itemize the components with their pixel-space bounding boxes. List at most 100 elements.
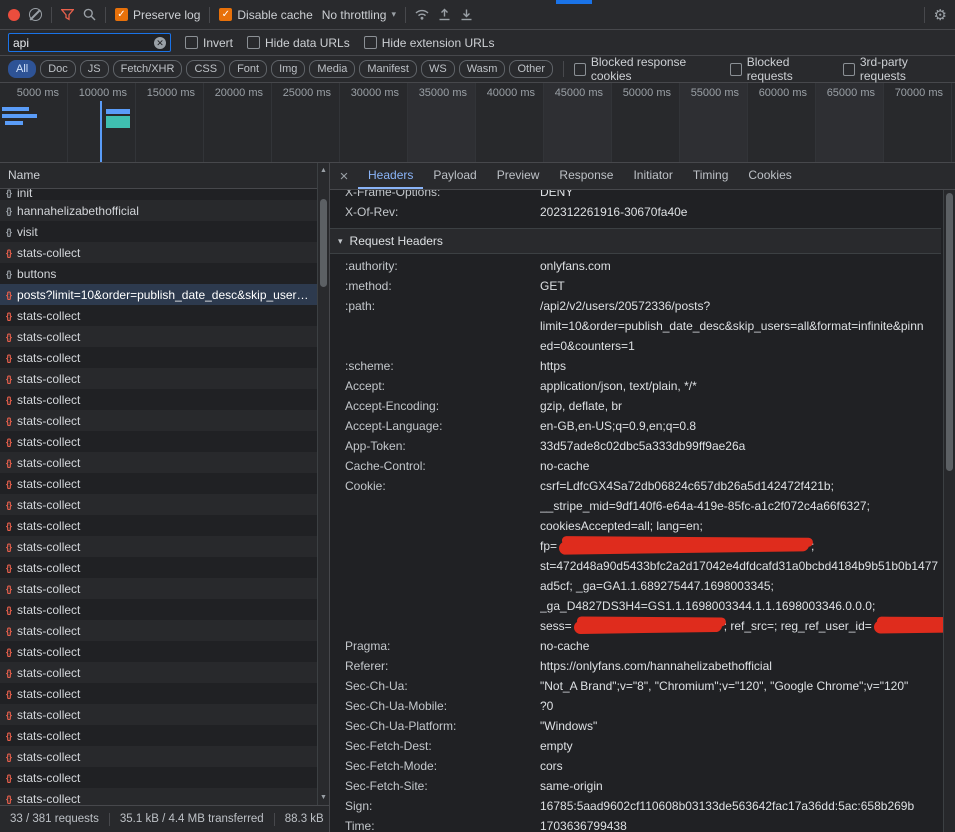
- filter-icon[interactable]: [61, 9, 74, 21]
- tab-preview[interactable]: Preview: [487, 163, 550, 189]
- tab-initiator[interactable]: Initiator: [623, 163, 682, 189]
- type-filter-doc[interactable]: Doc: [40, 60, 76, 78]
- checkbox-box[interactable]: [364, 36, 377, 49]
- request-row[interactable]: {}stats-collect: [0, 431, 317, 452]
- hide-extension-urls-checkbox[interactable]: Hide extension URLs: [364, 36, 495, 50]
- type-filter-media[interactable]: Media: [309, 60, 355, 78]
- timeline-overview[interactable]: 5000 ms10000 ms15000 ms20000 ms25000 ms3…: [0, 83, 955, 163]
- request-row[interactable]: {}stats-collect: [0, 578, 317, 599]
- checkbox-box[interactable]: [247, 36, 260, 49]
- type-filter-ws[interactable]: WS: [421, 60, 455, 78]
- request-row[interactable]: {}stats-collect: [0, 494, 317, 515]
- request-row[interactable]: {}stats-collect: [0, 683, 317, 704]
- throttling-dropdown[interactable]: No throttling ▾: [322, 8, 396, 22]
- filter-input[interactable]: ✕: [8, 33, 171, 52]
- checkbox-3rd-party-requests[interactable]: 3rd-party requests: [843, 55, 947, 83]
- scrollbar-thumb[interactable]: [946, 193, 953, 471]
- timeline-label: 65000 ms: [827, 87, 875, 162]
- tab-headers[interactable]: Headers: [358, 163, 423, 189]
- header-name: Time:: [345, 816, 540, 832]
- request-row[interactable]: {}stats-collect: [0, 368, 317, 389]
- requests-column: Name {}init{}hannahelizabethofficial{}vi…: [0, 163, 330, 832]
- request-row[interactable]: {}stats-collect: [0, 767, 317, 788]
- header-name: Sec-Ch-Ua-Mobile:: [345, 696, 540, 716]
- request-row[interactable]: {}stats-collect: [0, 746, 317, 767]
- name-column-header[interactable]: Name: [0, 163, 329, 189]
- request-row[interactable]: {}stats-collect: [0, 242, 317, 263]
- header-name: :authority:: [345, 256, 540, 276]
- clear-button[interactable]: [29, 8, 42, 21]
- request-row[interactable]: {}stats-collect: [0, 389, 317, 410]
- request-row[interactable]: {}stats-collect: [0, 326, 317, 347]
- request-row[interactable]: {}buttons: [0, 263, 317, 284]
- checkbox-box[interactable]: [730, 63, 742, 76]
- close-icon[interactable]: ×: [330, 168, 358, 185]
- request-row[interactable]: {}stats-collect: [0, 641, 317, 662]
- checkbox-blocked-requests[interactable]: Blocked requests: [730, 55, 829, 83]
- type-filter-js[interactable]: JS: [80, 60, 109, 78]
- type-filter-manifest[interactable]: Manifest: [359, 60, 417, 78]
- request-row[interactable]: {}stats-collect: [0, 347, 317, 368]
- request-row[interactable]: {}stats-collect: [0, 662, 317, 683]
- request-row[interactable]: {}stats-collect: [0, 704, 317, 725]
- request-row[interactable]: {}stats-collect: [0, 536, 317, 557]
- type-filter-other[interactable]: Other: [509, 60, 553, 78]
- checkbox-box[interactable]: [843, 63, 855, 76]
- timeline-column: 15000 ms: [136, 83, 204, 162]
- request-row[interactable]: {}stats-collect: [0, 452, 317, 473]
- export-har-icon[interactable]: [460, 8, 473, 21]
- request-name: stats-collect: [17, 729, 311, 743]
- checkbox-box[interactable]: [574, 63, 586, 76]
- scrollbar-thumb[interactable]: [320, 199, 327, 287]
- checkbox-box[interactable]: ✓: [219, 8, 232, 21]
- request-name: stats-collect: [17, 603, 311, 617]
- invert-checkbox[interactable]: Invert: [185, 36, 233, 50]
- request-row[interactable]: {}stats-collect: [0, 473, 317, 494]
- request-row[interactable]: {}stats-collect: [0, 599, 317, 620]
- request-row[interactable]: {}stats-collect: [0, 557, 317, 578]
- timeline-label: 30000 ms: [351, 87, 399, 162]
- request-row[interactable]: {}visit: [0, 221, 317, 242]
- type-filter-font[interactable]: Font: [229, 60, 267, 78]
- request-row[interactable]: {}stats-collect: [0, 410, 317, 431]
- status-bar: 33 / 381 requests 35.1 kB / 4.4 MB trans…: [0, 805, 330, 832]
- requests-scrollbar[interactable]: ▲ ▼: [317, 163, 329, 805]
- chevron-down-icon: ▾: [391, 9, 396, 20]
- request-row[interactable]: {}stats-collect: [0, 305, 317, 326]
- checkbox-box[interactable]: [185, 36, 198, 49]
- scroll-up-arrow-icon[interactable]: ▲: [318, 167, 329, 174]
- request-row[interactable]: {}posts?limit=10&order=publish_date_desc…: [0, 284, 317, 305]
- filter-text-field[interactable]: [13, 36, 150, 50]
- preserve-log-checkbox[interactable]: ✓Preserve log: [115, 8, 200, 22]
- network-conditions-icon[interactable]: [415, 9, 429, 20]
- request-headers-section[interactable]: ▾ Request Headers: [330, 228, 941, 254]
- scroll-down-arrow-icon[interactable]: ▼: [318, 794, 329, 801]
- hide-data-urls-checkbox[interactable]: Hide data URLs: [247, 36, 350, 50]
- type-filter-all[interactable]: All: [8, 60, 36, 78]
- record-button[interactable]: [8, 9, 20, 21]
- type-filter-css[interactable]: CSS: [186, 60, 225, 78]
- search-icon[interactable]: [83, 8, 96, 21]
- request-row[interactable]: {}stats-collect: [0, 620, 317, 641]
- type-filter-wasm[interactable]: Wasm: [459, 60, 506, 78]
- checkbox-box[interactable]: ✓: [115, 8, 128, 21]
- header-value: ?0: [540, 696, 941, 716]
- request-row[interactable]: {}stats-collect: [0, 515, 317, 536]
- details-scrollbar[interactable]: [943, 190, 955, 832]
- tab-timing[interactable]: Timing: [683, 163, 739, 189]
- type-filter-img[interactable]: Img: [271, 60, 305, 78]
- disable-cache-checkbox[interactable]: ✓Disable cache: [219, 8, 312, 22]
- script-icon: {}: [6, 206, 11, 216]
- clear-filter-icon[interactable]: ✕: [154, 37, 166, 49]
- tab-response[interactable]: Response: [549, 163, 623, 189]
- request-row[interactable]: {}stats-collect: [0, 725, 317, 746]
- import-har-icon[interactable]: [438, 8, 451, 21]
- gear-icon[interactable]: ⚙: [934, 6, 947, 24]
- checkbox-blocked-response-cookies[interactable]: Blocked response cookies: [574, 55, 716, 83]
- tab-payload[interactable]: Payload: [423, 163, 486, 189]
- tab-cookies[interactable]: Cookies: [738, 163, 801, 189]
- request-row[interactable]: {}hannahelizabethofficial: [0, 200, 317, 221]
- request-row[interactable]: {}init: [0, 189, 317, 200]
- request-row[interactable]: {}stats-collect: [0, 788, 317, 805]
- type-filter-fetch-xhr[interactable]: Fetch/XHR: [113, 60, 183, 78]
